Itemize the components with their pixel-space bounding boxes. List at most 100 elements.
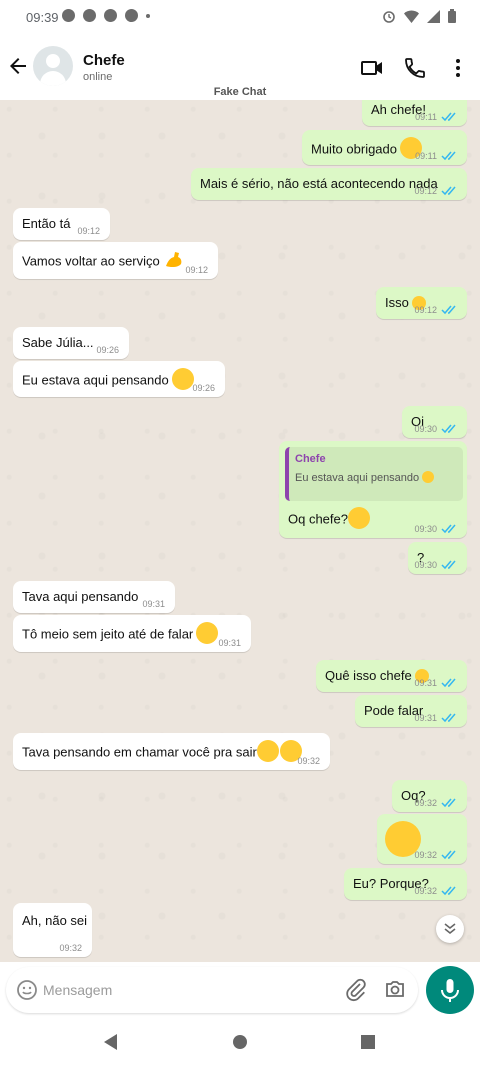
message-in[interactable]: Tava pensando em chamar você pra sair 09… — [13, 733, 330, 770]
message-in[interactable]: Tava aqui pensando 09:31 — [13, 581, 175, 613]
read-ticks-icon — [441, 305, 456, 315]
quoted-sender: Chefe — [295, 453, 326, 465]
message-time: 09:32 — [59, 943, 82, 953]
avatar[interactable] — [33, 46, 73, 86]
back-arrow-icon[interactable] — [6, 54, 30, 78]
message-out[interactable]: Oi 09:30 — [402, 406, 467, 438]
message-time: 09:30 — [414, 524, 437, 534]
message-text: Muito obrigado — [311, 141, 397, 157]
nav-home-icon[interactable] — [231, 1033, 249, 1051]
message-time: 09:26 — [192, 383, 215, 393]
camera-icon[interactable] — [383, 977, 407, 1001]
message-text: Vamos voltar ao serviço — [22, 253, 160, 269]
thinking-face-emoji — [348, 507, 370, 529]
status-system-icons — [382, 9, 456, 23]
message-time: 09:12 — [77, 226, 100, 236]
read-ticks-icon — [441, 886, 456, 896]
thinking-face-emoji — [171, 368, 194, 390]
message-time: 09:11 — [415, 151, 437, 161]
mic-icon — [441, 979, 459, 1002]
battery-icon — [448, 9, 456, 23]
message-out[interactable]: Isso 09:12 — [376, 287, 467, 319]
status-notification-icons — [62, 9, 150, 22]
message-time: 09:12 — [414, 186, 437, 196]
message-time: 09:32 — [297, 756, 320, 766]
message-out[interactable]: Eu? Porque? 09:32 — [344, 868, 467, 900]
message-out[interactable]: Oq? 09:32 — [392, 780, 467, 812]
grinning-sweat-face-emoji — [196, 622, 219, 644]
emoji-icon[interactable] — [15, 978, 39, 1002]
read-ticks-icon — [441, 678, 456, 688]
message-time: 09:31 — [414, 678, 437, 688]
video-call-icon[interactable] — [360, 56, 384, 80]
message-text: Ah, não sei — [22, 913, 88, 928]
more-notifications-icon — [146, 14, 150, 18]
message-out[interactable]: ? 09:30 — [408, 542, 467, 574]
message-time: 09:11 — [415, 112, 437, 122]
message-time: 09:30 — [414, 560, 437, 570]
message-in[interactable]: Então tá 09:12 — [13, 208, 110, 240]
app-notification-icon — [104, 9, 117, 22]
message-out[interactable]: Ah chefe! 09:11 — [362, 100, 467, 126]
message-time: 09:12 — [414, 305, 437, 315]
message-time: 09:31 — [414, 713, 437, 723]
flexed-biceps-emoji — [165, 252, 182, 268]
quoted-message[interactable]: Chefe Eu estava aqui pensando — [285, 447, 463, 501]
read-ticks-icon — [441, 424, 456, 434]
message-out[interactable]: Pode falar 09:31 — [355, 695, 467, 727]
message-in[interactable]: Vamos voltar ao serviço 09:12 — [13, 242, 218, 279]
attach-icon[interactable] — [344, 978, 368, 1002]
whatsapp-icon — [83, 9, 96, 22]
alarm-icon — [383, 11, 395, 23]
wifi-icon — [404, 10, 419, 23]
nav-recents-icon[interactable] — [359, 1033, 377, 1051]
message-out[interactable]: Muito obrigado 09:11 — [302, 130, 467, 165]
message-time: 09:26 — [96, 345, 119, 355]
message-in[interactable]: Ah, não sei 09:32 — [13, 903, 92, 957]
drooling-face-emoji — [256, 740, 279, 762]
read-ticks-icon — [441, 713, 456, 723]
scroll-down-button[interactable] — [436, 915, 464, 943]
read-ticks-icon — [441, 798, 456, 808]
read-ticks-icon — [441, 524, 456, 534]
message-time: 09:32 — [414, 886, 437, 896]
contact-status: online — [83, 71, 113, 83]
system-navigation-bar — [0, 1019, 480, 1066]
nav-back-icon[interactable] — [102, 1033, 120, 1051]
read-ticks-icon — [441, 151, 456, 161]
more-vert-icon[interactable] — [446, 56, 470, 80]
screen-record-icon — [62, 9, 75, 22]
read-ticks-icon — [441, 850, 456, 860]
pinterest-icon — [125, 9, 138, 22]
message-out[interactable]: Mais é sério, não está acontecendo nada … — [191, 168, 467, 200]
read-ticks-icon — [441, 560, 456, 570]
message-out[interactable]: 09:32 — [377, 814, 467, 864]
read-ticks-icon — [441, 186, 456, 196]
message-in[interactable]: Eu estava aqui pensando 09:26 — [13, 361, 225, 397]
message-text: Tava aqui pensando — [22, 589, 139, 604]
signal-icon — [427, 9, 440, 23]
chat-source-label: Fake Chat — [213, 86, 267, 98]
message-in[interactable]: Sabe Júlia... 09:26 — [13, 327, 129, 359]
message-text: Mais é sério, não está acontecendo nada — [200, 176, 438, 191]
message-text: Tava pensando em chamar você pra sair — [22, 744, 257, 760]
read-ticks-icon — [441, 112, 456, 122]
message-text: Eu estava aqui pensando — [22, 372, 169, 388]
message-text: Tô meio sem jeito até de falar — [22, 626, 194, 642]
voice-message-button[interactable] — [426, 966, 474, 1014]
message-input[interactable]: Mensagem — [43, 982, 112, 998]
message-text: Oq chefe? — [288, 511, 348, 527]
message-out[interactable]: Quê isso chefe 09:31 — [316, 660, 467, 692]
message-text: Então tá — [22, 216, 71, 231]
status-bar: 09:39 — [0, 0, 480, 34]
message-in[interactable]: Tô meio sem jeito até de falar 09:31 — [13, 615, 251, 652]
contact-name[interactable]: Chefe — [83, 52, 125, 69]
message-text: Quê isso chefe — [325, 668, 412, 683]
chat-area[interactable]: Ah chefe! 09:11 Muito obrigado 09:11 Mai… — [0, 100, 480, 962]
message-composer[interactable]: Mensagem — [6, 967, 418, 1013]
message-time: 09:32 — [414, 798, 437, 808]
message-out-reply[interactable]: Chefe Eu estava aqui pensando Oq chefe? … — [279, 441, 467, 538]
phone-icon[interactable] — [403, 56, 427, 80]
thinking-face-emoji — [422, 471, 435, 484]
scroll-down-icon — [444, 923, 456, 935]
